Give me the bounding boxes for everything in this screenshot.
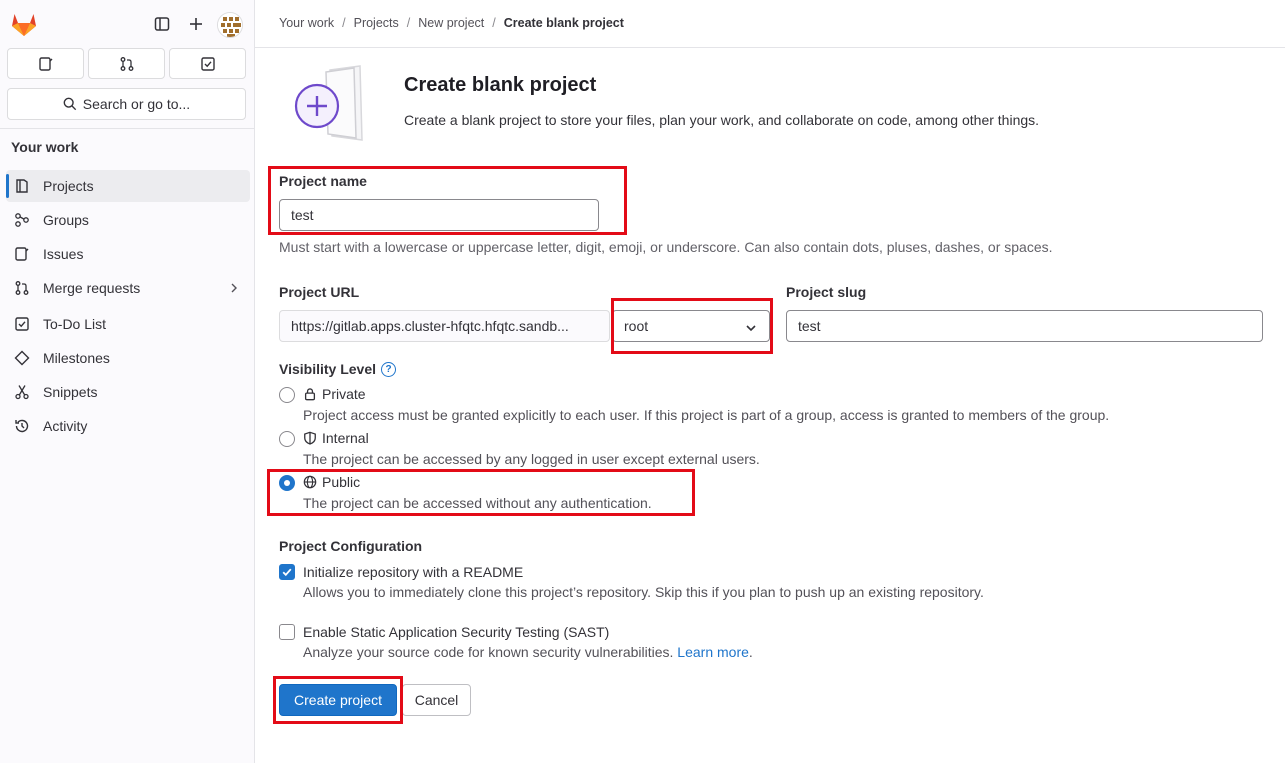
search-label: Search or go to... [82, 96, 191, 112]
breadcrumb-projects[interactable]: Projects [354, 16, 399, 30]
project-configuration-label: Project Configuration [279, 538, 423, 554]
project-name-label: Project name [279, 173, 367, 189]
issues-icon [14, 246, 30, 262]
readme-checkbox[interactable] [279, 564, 295, 580]
project-name-help: Must start with a lowercase or uppercase… [279, 239, 1053, 255]
header-divider [255, 47, 1285, 48]
sidebar-item-milestones[interactable]: Milestones [6, 342, 250, 374]
merge-request-icon [120, 56, 133, 71]
project-url-label: Project URL [279, 284, 360, 300]
visibility-private-description: Project access must be granted explicitl… [303, 407, 1110, 423]
visibility-public-description: The project can be accessed without any … [303, 495, 652, 511]
breadcrumb-separator: / [492, 16, 496, 30]
project-slug-label: Project slug [786, 284, 867, 300]
issues-quick-button[interactable] [7, 48, 84, 79]
page-title: Create blank project [404, 74, 597, 96]
sidebar-toggle-icon[interactable] [149, 12, 175, 36]
breadcrumb-new-project[interactable]: New project [418, 16, 484, 30]
breadcrumb-separator: / [342, 16, 346, 30]
sidebar-item-issues[interactable]: Issues [6, 238, 250, 270]
todo-icon [14, 316, 30, 332]
sidebar-item-label: Groups [43, 212, 89, 228]
sidebar-item-groups[interactable]: Groups [6, 204, 250, 236]
readme-label[interactable]: Initialize repository with a README [303, 564, 523, 580]
sidebar-top-bar [0, 0, 255, 48]
sidebar-section-title: Your work [11, 139, 79, 155]
todo-icon [200, 56, 215, 71]
sast-checkbox[interactable] [279, 624, 295, 640]
project-url-field: https://gitlab.apps.cluster-hfqtc.hfqtc.… [279, 310, 610, 342]
breadcrumb-current[interactable]: Create blank project [504, 16, 624, 30]
gitlab-logo-icon[interactable] [10, 11, 38, 37]
sidebar-item-label: Projects [43, 178, 94, 194]
learn-more-link[interactable]: Learn more [677, 644, 749, 660]
project-icon [14, 178, 30, 194]
lock-icon [304, 388, 316, 401]
sidebar-item-label: Snippets [43, 384, 98, 400]
sast-description-text: Analyze your source code for known secur… [303, 644, 674, 660]
sast-label[interactable]: Enable Static Application Security Testi… [303, 624, 609, 640]
visibility-public-text: Public [322, 474, 361, 490]
sidebar-item-label: Merge requests [43, 280, 141, 296]
visibility-internal-text: Internal [322, 430, 369, 446]
plus-icon[interactable] [183, 12, 209, 36]
project-name-input[interactable]: test [279, 199, 599, 231]
history-icon [14, 418, 30, 434]
sidebar: Search or go to... Your work Projects Gr… [0, 0, 255, 763]
sidebar-divider [0, 128, 255, 129]
readme-description: Allows you to immediately clone this pro… [303, 584, 984, 600]
merge-requests-quick-button[interactable] [88, 48, 165, 79]
sast-link-suffix: . [748, 644, 753, 660]
visibility-label-text: Visibility Level [279, 361, 377, 377]
visibility-internal-description: The project can be accessed by any logge… [303, 451, 760, 467]
sidebar-item-activity[interactable]: Activity [6, 410, 250, 442]
check-icon [282, 568, 292, 577]
blank-project-illustration [290, 64, 380, 144]
visibility-private-text: Private [322, 386, 366, 402]
milestone-icon [14, 350, 30, 366]
visibility-label: Visibility Level ? [279, 361, 397, 377]
visibility-public-label[interactable]: Public [303, 474, 360, 490]
sidebar-item-label: Activity [43, 418, 88, 434]
visibility-internal-radio[interactable] [279, 431, 295, 447]
search-button[interactable]: Search or go to... [7, 88, 246, 120]
visibility-public-radio[interactable] [279, 475, 295, 491]
sidebar-item-label: To-Do List [43, 316, 107, 332]
cancel-button[interactable]: Cancel [402, 684, 471, 716]
breadcrumb: Your work / Projects / New project / Cre… [279, 16, 624, 30]
project-slug-input[interactable]: test [786, 310, 1263, 342]
quick-actions [7, 48, 246, 79]
merge-request-icon [14, 280, 30, 296]
sast-description: Analyze your source code for known secur… [303, 644, 753, 660]
sidebar-item-label: Milestones [43, 350, 110, 366]
page-description: Create a blank project to store your fil… [404, 112, 1040, 128]
breadcrumb-separator: / [406, 16, 411, 30]
chevron-down-icon [745, 321, 757, 337]
sidebar-item-todo-list[interactable]: To-Do List [6, 308, 250, 340]
visibility-private-radio[interactable] [279, 387, 295, 403]
snippet-icon [14, 384, 30, 400]
breadcrumb-your-work[interactable]: Your work [279, 16, 334, 30]
sidebar-item-projects[interactable]: Projects [6, 170, 250, 202]
question-icon[interactable]: ? [381, 361, 397, 377]
search-icon [63, 97, 76, 111]
visibility-private-label[interactable]: Private [303, 386, 366, 402]
todo-quick-button[interactable] [169, 48, 246, 79]
avatar[interactable] [217, 12, 243, 38]
shield-icon [304, 431, 316, 445]
create-project-button[interactable]: Create project [279, 684, 397, 716]
namespace-select-value: root [624, 318, 649, 334]
chevron-right-icon [228, 281, 240, 297]
group-icon [14, 212, 30, 228]
sidebar-item-merge-requests[interactable]: Merge requests [6, 272, 250, 304]
namespace-select[interactable]: root [612, 310, 770, 342]
earth-icon [303, 475, 317, 489]
sidebar-item-label: Issues [43, 246, 84, 262]
visibility-internal-label[interactable]: Internal [303, 430, 369, 446]
sidebar-item-snippets[interactable]: Snippets [6, 376, 250, 408]
issues-icon [38, 56, 52, 71]
